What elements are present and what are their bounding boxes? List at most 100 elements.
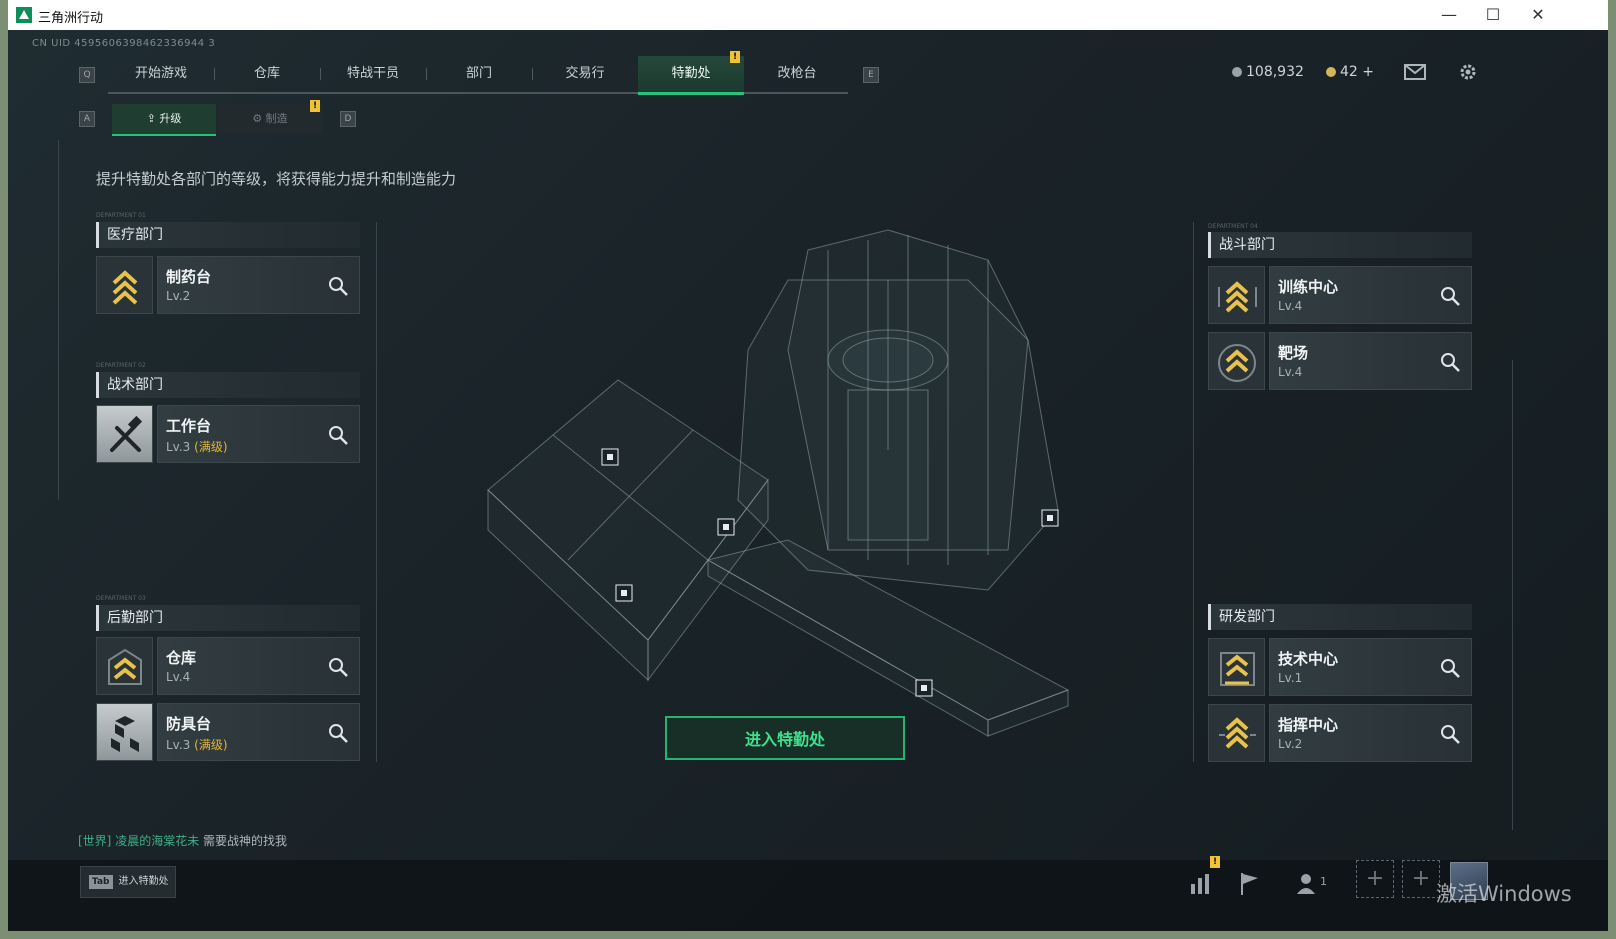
- tab-key-label: Tab: [89, 875, 113, 889]
- facility-name: 工作台: [166, 417, 212, 435]
- rank-chevron-icon: [1208, 638, 1265, 696]
- uid-label: CN UID 4595606398462336944 3: [32, 38, 216, 49]
- facility-level: Lv.2: [166, 289, 191, 303]
- magnify-icon[interactable]: [1439, 657, 1461, 679]
- rank-chevron-icon: [96, 256, 153, 314]
- dept-combat-header: 战斗部门: [1208, 232, 1472, 258]
- facility-pharmacy[interactable]: 制药台 Lv.2: [96, 256, 360, 314]
- tab-start-game[interactable]: 开始游戏: [108, 56, 214, 92]
- stats-icon[interactable]: [1186, 868, 1216, 898]
- chat-channel: [世界]: [78, 834, 112, 848]
- facility-level: Lv.4: [1278, 299, 1303, 313]
- magnify-icon[interactable]: [327, 656, 349, 678]
- rank-chevron-icon: [1208, 332, 1265, 390]
- level-value: Lv.3: [166, 440, 191, 454]
- rank-chevron-icon: [1208, 266, 1265, 324]
- facility-card: 制药台 Lv.2: [157, 256, 360, 314]
- mail-icon[interactable]: [1404, 64, 1426, 80]
- tab-gunsmith[interactable]: 改枪台: [744, 56, 850, 92]
- craft-alert-icon: !: [310, 100, 320, 112]
- tab-operators[interactable]: 特战干员: [320, 56, 426, 92]
- facility-level: Lv.3 (满级): [166, 736, 228, 753]
- tab-trading[interactable]: 交易行: [532, 56, 638, 92]
- magnify-icon[interactable]: [1439, 723, 1461, 745]
- close-button[interactable]: ✕: [1523, 4, 1553, 26]
- dept-medical-header: 医疗部门: [96, 222, 360, 248]
- key-hint-q: Q: [79, 67, 95, 83]
- subtab-upgrade[interactable]: ⇪ 升级: [112, 104, 216, 136]
- stats-alert-icon: !: [1210, 856, 1220, 868]
- window-titlebar: 三角洲行动 — ☐ ✕: [8, 0, 1608, 30]
- facility-card: 指挥中心 Lv.2: [1269, 704, 1472, 762]
- facility-level: Lv.3 (满级): [166, 438, 228, 455]
- chat-user[interactable]: 凌晨的海棠花未: [115, 834, 199, 848]
- facility-level: Lv.1: [1278, 671, 1303, 685]
- flag-icon[interactable]: [1234, 868, 1264, 898]
- section-caption: DEPARTMENT 02: [96, 362, 146, 369]
- facility-card: 防具台 Lv.3 (满级): [157, 703, 360, 761]
- tab-hint-label: 进入特勤处: [118, 876, 169, 887]
- add-slot-button[interactable]: +: [1402, 860, 1440, 898]
- facility-training-center[interactable]: 训练中心 Lv.4: [1208, 266, 1472, 324]
- facility-name: 技术中心: [1278, 650, 1339, 668]
- coin-balance[interactable]: 108,932: [1232, 64, 1304, 80]
- facility-shooting-range[interactable]: 靶场 Lv.4: [1208, 332, 1472, 390]
- magnify-icon[interactable]: [1439, 285, 1461, 307]
- tab-alert-icon: !: [730, 51, 740, 63]
- coin-icon: [1232, 67, 1242, 77]
- facility-warehouse[interactable]: 仓库 Lv.4: [96, 637, 360, 695]
- app-logo-icon: [16, 7, 32, 23]
- page-description: 提升特勤处各部门的等级，将获得能力提升和制造能力: [96, 170, 457, 188]
- rank-chevron-icon: [1208, 704, 1265, 762]
- add-token-button[interactable]: +: [1362, 64, 1374, 80]
- facility-card: 靶场 Lv.4: [1269, 332, 1472, 390]
- facility-wireframe-model: [487, 229, 1070, 737]
- magnify-icon[interactable]: [327, 424, 349, 446]
- facility-name: 训练中心: [1278, 278, 1339, 296]
- magnify-icon[interactable]: [327, 275, 349, 297]
- facility-tech-center[interactable]: 技术中心 Lv.1: [1208, 638, 1472, 696]
- dept-research-header: 研发部门: [1208, 604, 1472, 630]
- dept-tactical-header: 战术部门: [96, 372, 360, 398]
- facility-command-center[interactable]: 指挥中心 Lv.2: [1208, 704, 1472, 762]
- add-slot-button[interactable]: +: [1356, 860, 1394, 898]
- enter-special-ops-button[interactable]: 进入特勤处: [665, 716, 905, 760]
- magnify-icon[interactable]: [327, 722, 349, 744]
- world-chat-line[interactable]: [世界] 凌晨的海棠花未 需要战神的找我: [78, 832, 287, 849]
- dept-logistics-header: 后勤部门: [96, 605, 360, 631]
- window-title: 三角洲行动: [38, 11, 104, 26]
- key-hint-e: E: [863, 67, 879, 83]
- facility-name: 防具台: [166, 715, 212, 733]
- maximize-button[interactable]: ☐: [1478, 4, 1508, 26]
- tab-warehouse[interactable]: 仓库: [214, 56, 320, 92]
- facility-name: 仓库: [166, 649, 197, 667]
- rank-chevron-icon: [96, 637, 153, 695]
- chat-message: 需要战神的找我: [203, 834, 288, 848]
- magnify-icon[interactable]: [1439, 351, 1461, 373]
- facility-card: 训练中心 Lv.4: [1269, 266, 1472, 324]
- token-balance[interactable]: 42 +: [1326, 64, 1374, 80]
- facility-name: 靶场: [1278, 344, 1309, 362]
- facility-card: 仓库 Lv.4: [157, 637, 360, 695]
- tab-departments[interactable]: 部门: [426, 56, 532, 92]
- subtab-craft[interactable]: ⚙ 制造: [218, 104, 322, 134]
- facility-card: 工作台 Lv.3 (满级): [157, 405, 360, 463]
- minimize-button[interactable]: —: [1434, 4, 1464, 26]
- gear-icon[interactable]: [1458, 62, 1478, 82]
- facility-level: Lv.2: [1278, 737, 1303, 751]
- facility-armor-bench[interactable]: 防具台 Lv.3 (满级): [96, 703, 360, 761]
- section-caption: DEPARTMENT 03: [96, 595, 146, 602]
- coin-amount: 108,932: [1246, 64, 1304, 80]
- facility-name: 制药台: [166, 268, 212, 286]
- tab-shortcut-hint[interactable]: Tab 进入特勤处: [80, 866, 176, 898]
- tab-special-ops[interactable]: 特勤处: [638, 56, 744, 95]
- subtab-upgrade-label: 升级: [159, 112, 182, 125]
- facility-card: 技术中心 Lv.1: [1269, 638, 1472, 696]
- facility-name: 指挥中心: [1278, 716, 1339, 734]
- max-level-badge: (满级): [194, 440, 228, 454]
- key-hint-a: A: [79, 111, 95, 127]
- game-viewport: CN UID 4595606398462336944 3 Q 开始游戏 仓库 特…: [8, 30, 1608, 931]
- friends-count: 1: [1320, 875, 1327, 888]
- section-caption: DEPARTMENT 04: [1208, 223, 1258, 230]
- facility-workbench[interactable]: 工作台 Lv.3 (满级): [96, 405, 360, 463]
